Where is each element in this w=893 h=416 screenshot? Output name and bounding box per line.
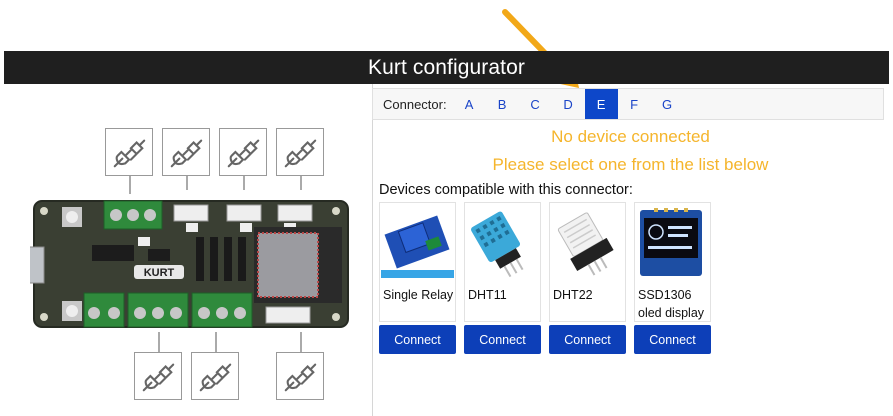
plug-icon	[113, 139, 146, 168]
app-title: Kurt configurator	[368, 55, 525, 79]
tab-connector-c[interactable]: C	[519, 89, 552, 119]
wire-line	[300, 176, 302, 190]
connector-c-plug-button[interactable]	[162, 128, 210, 176]
title-bar: Kurt configurator	[4, 51, 889, 84]
tab-connector-d[interactable]: D	[552, 89, 585, 119]
connect-button-ssd1306[interactable]: Connect	[634, 325, 711, 354]
tab-connector-f[interactable]: F	[618, 89, 651, 119]
device-card-dht22[interactable]: DHT22	[549, 202, 626, 322]
board-logo-text: KURT	[144, 267, 175, 279]
wire-line	[215, 332, 217, 352]
kurt-board-image: KURT	[30, 200, 349, 328]
plug-icon	[170, 139, 203, 168]
device-card-single-relay[interactable]: Single Relay	[379, 202, 456, 322]
wire-line	[158, 332, 160, 352]
connect-button-dht11[interactable]: Connect	[464, 325, 541, 354]
connector-label: Connector:	[383, 96, 447, 112]
connector-b-plug-button[interactable]	[105, 128, 153, 176]
connector-a-plug-button[interactable]	[276, 352, 324, 400]
connector-g-plug-button[interactable]	[134, 352, 182, 400]
compatible-devices-heading: Devices compatible with this connector:	[379, 182, 633, 198]
wire-line	[186, 176, 188, 190]
wire-line	[129, 176, 131, 194]
connector-d-plug-button[interactable]	[219, 128, 267, 176]
device-card-dht11[interactable]: DHT11	[464, 202, 541, 322]
tab-connector-e[interactable]: E	[584, 89, 618, 119]
status-instruction: Please select one from the list below	[492, 155, 769, 174]
tab-connector-a[interactable]: A	[453, 89, 486, 119]
connect-button-dht22[interactable]: Connect	[549, 325, 626, 354]
plug-icon	[142, 363, 175, 392]
plug-icon	[284, 139, 317, 168]
relay-module-image	[381, 215, 454, 278]
connect-button-single-relay[interactable]: Connect	[379, 325, 456, 354]
device-name: DHT11	[468, 288, 507, 302]
connector-selector: Connector: A B C D E F G	[372, 88, 884, 120]
connector-f-plug-button[interactable]	[191, 352, 239, 400]
plug-icon	[199, 363, 232, 392]
status-no-device: No device connected	[551, 127, 710, 146]
wire-line	[243, 176, 245, 190]
tab-connector-g[interactable]: G	[651, 89, 684, 119]
wire-line	[300, 332, 302, 352]
plug-icon	[284, 363, 317, 392]
device-card-ssd1306[interactable]: SSD1306 oled display	[634, 202, 711, 322]
device-name: DHT22	[553, 288, 593, 302]
dht11-sensor-image	[471, 211, 524, 278]
plug-icon	[227, 139, 260, 168]
connector-e-plug-button[interactable]	[276, 128, 324, 176]
dht22-sensor-image	[557, 212, 614, 276]
device-name: SSD1306 oled display	[638, 288, 705, 320]
oled-display-image	[640, 208, 702, 276]
tab-connector-b[interactable]: B	[486, 89, 519, 119]
device-name: Single Relay	[383, 288, 454, 302]
